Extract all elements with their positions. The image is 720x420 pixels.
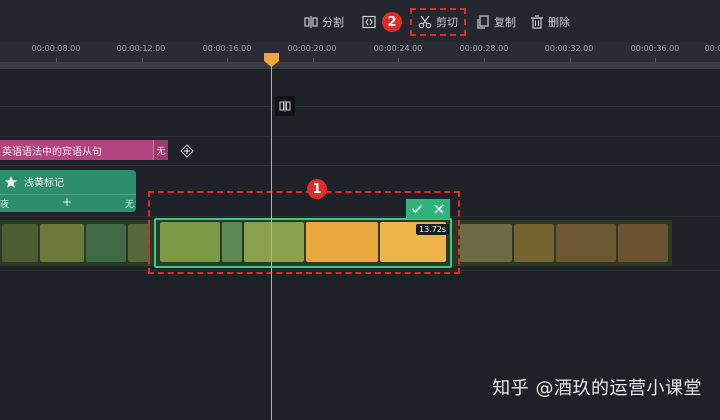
ruler-tick-label: 00:00:24.00 [373, 44, 423, 53]
playhead-handle[interactable] [263, 52, 280, 68]
toolbar: 分割 2 剪切 复制 删除 [0, 0, 720, 42]
playhead-line [271, 60, 272, 420]
trash-icon [531, 15, 543, 29]
annotation-box-cut [410, 8, 466, 36]
trim-icon [362, 15, 376, 29]
video-thumbnail [556, 224, 616, 262]
ruler-tick-label: 00:00:36.00 [630, 44, 680, 53]
copy-icon [477, 15, 489, 29]
trim-button[interactable] [362, 12, 380, 32]
ruler-tick-label: 00:00:32.00 [544, 44, 594, 53]
track-separator [0, 106, 720, 107]
video-thumbnail [618, 224, 668, 262]
annotation-badge-1: 1 [307, 179, 327, 199]
video-thumbnail [86, 224, 126, 262]
ruler-tick-label: 00:00:28.00 [459, 44, 509, 53]
video-thumbnail [128, 224, 150, 262]
split-icon [304, 16, 318, 28]
ruler-tick-label: 00:00:16.00 [202, 44, 252, 53]
watermark: 知乎 @酒玖的运营小课堂 [492, 378, 702, 399]
sticker-clip-label: 浅黄标记 [24, 178, 64, 189]
copy-button[interactable]: 复制 [476, 12, 516, 32]
add-caption-button[interactable] [180, 143, 194, 158]
caption-clip[interactable]: 英语语法中的宾语从句 无 [0, 140, 168, 160]
video-thumbnail [460, 224, 512, 262]
ruler-strip [0, 62, 720, 68]
ruler-tick-label: 00:00:12.00 [116, 44, 166, 53]
playhead-marker-icon [264, 53, 279, 67]
annotation-box-clip [148, 191, 460, 274]
split-label: 分割 [322, 16, 344, 29]
video-thumbnail [2, 224, 38, 262]
sticker-left-label: 夜 [0, 200, 10, 210]
sticker-right-label: 无 [124, 200, 134, 210]
ruler-tick-label: 00:00:20.00 [287, 44, 337, 53]
delete-button[interactable]: 删除 [530, 12, 570, 32]
split-button[interactable]: 分割 [304, 12, 344, 32]
annotation-badge-2: 2 [382, 12, 402, 32]
sticker-clip[interactable]: 浅黄标记 夜 + 无 [0, 170, 136, 212]
sticker-star-icon [5, 175, 17, 188]
delete-label: 删除 [548, 16, 570, 29]
split-marker-icon [279, 100, 291, 112]
sticker-add-icon[interactable]: + [62, 195, 72, 209]
add-diamond-icon [180, 144, 194, 158]
video-thumbnail [40, 224, 84, 262]
caption-clip-end: 无 [153, 140, 168, 160]
ruler-tick-label: 00:00 [704, 44, 720, 53]
ruler-tick-label: 00:00:08.00 [31, 44, 81, 53]
track-separator [0, 136, 720, 137]
video-thumbnail [514, 224, 554, 262]
caption-clip-label: 英语语法中的宾语从句 [2, 146, 102, 158]
copy-label: 复制 [494, 16, 516, 29]
track-separator [0, 165, 720, 166]
split-marker[interactable] [275, 96, 295, 116]
